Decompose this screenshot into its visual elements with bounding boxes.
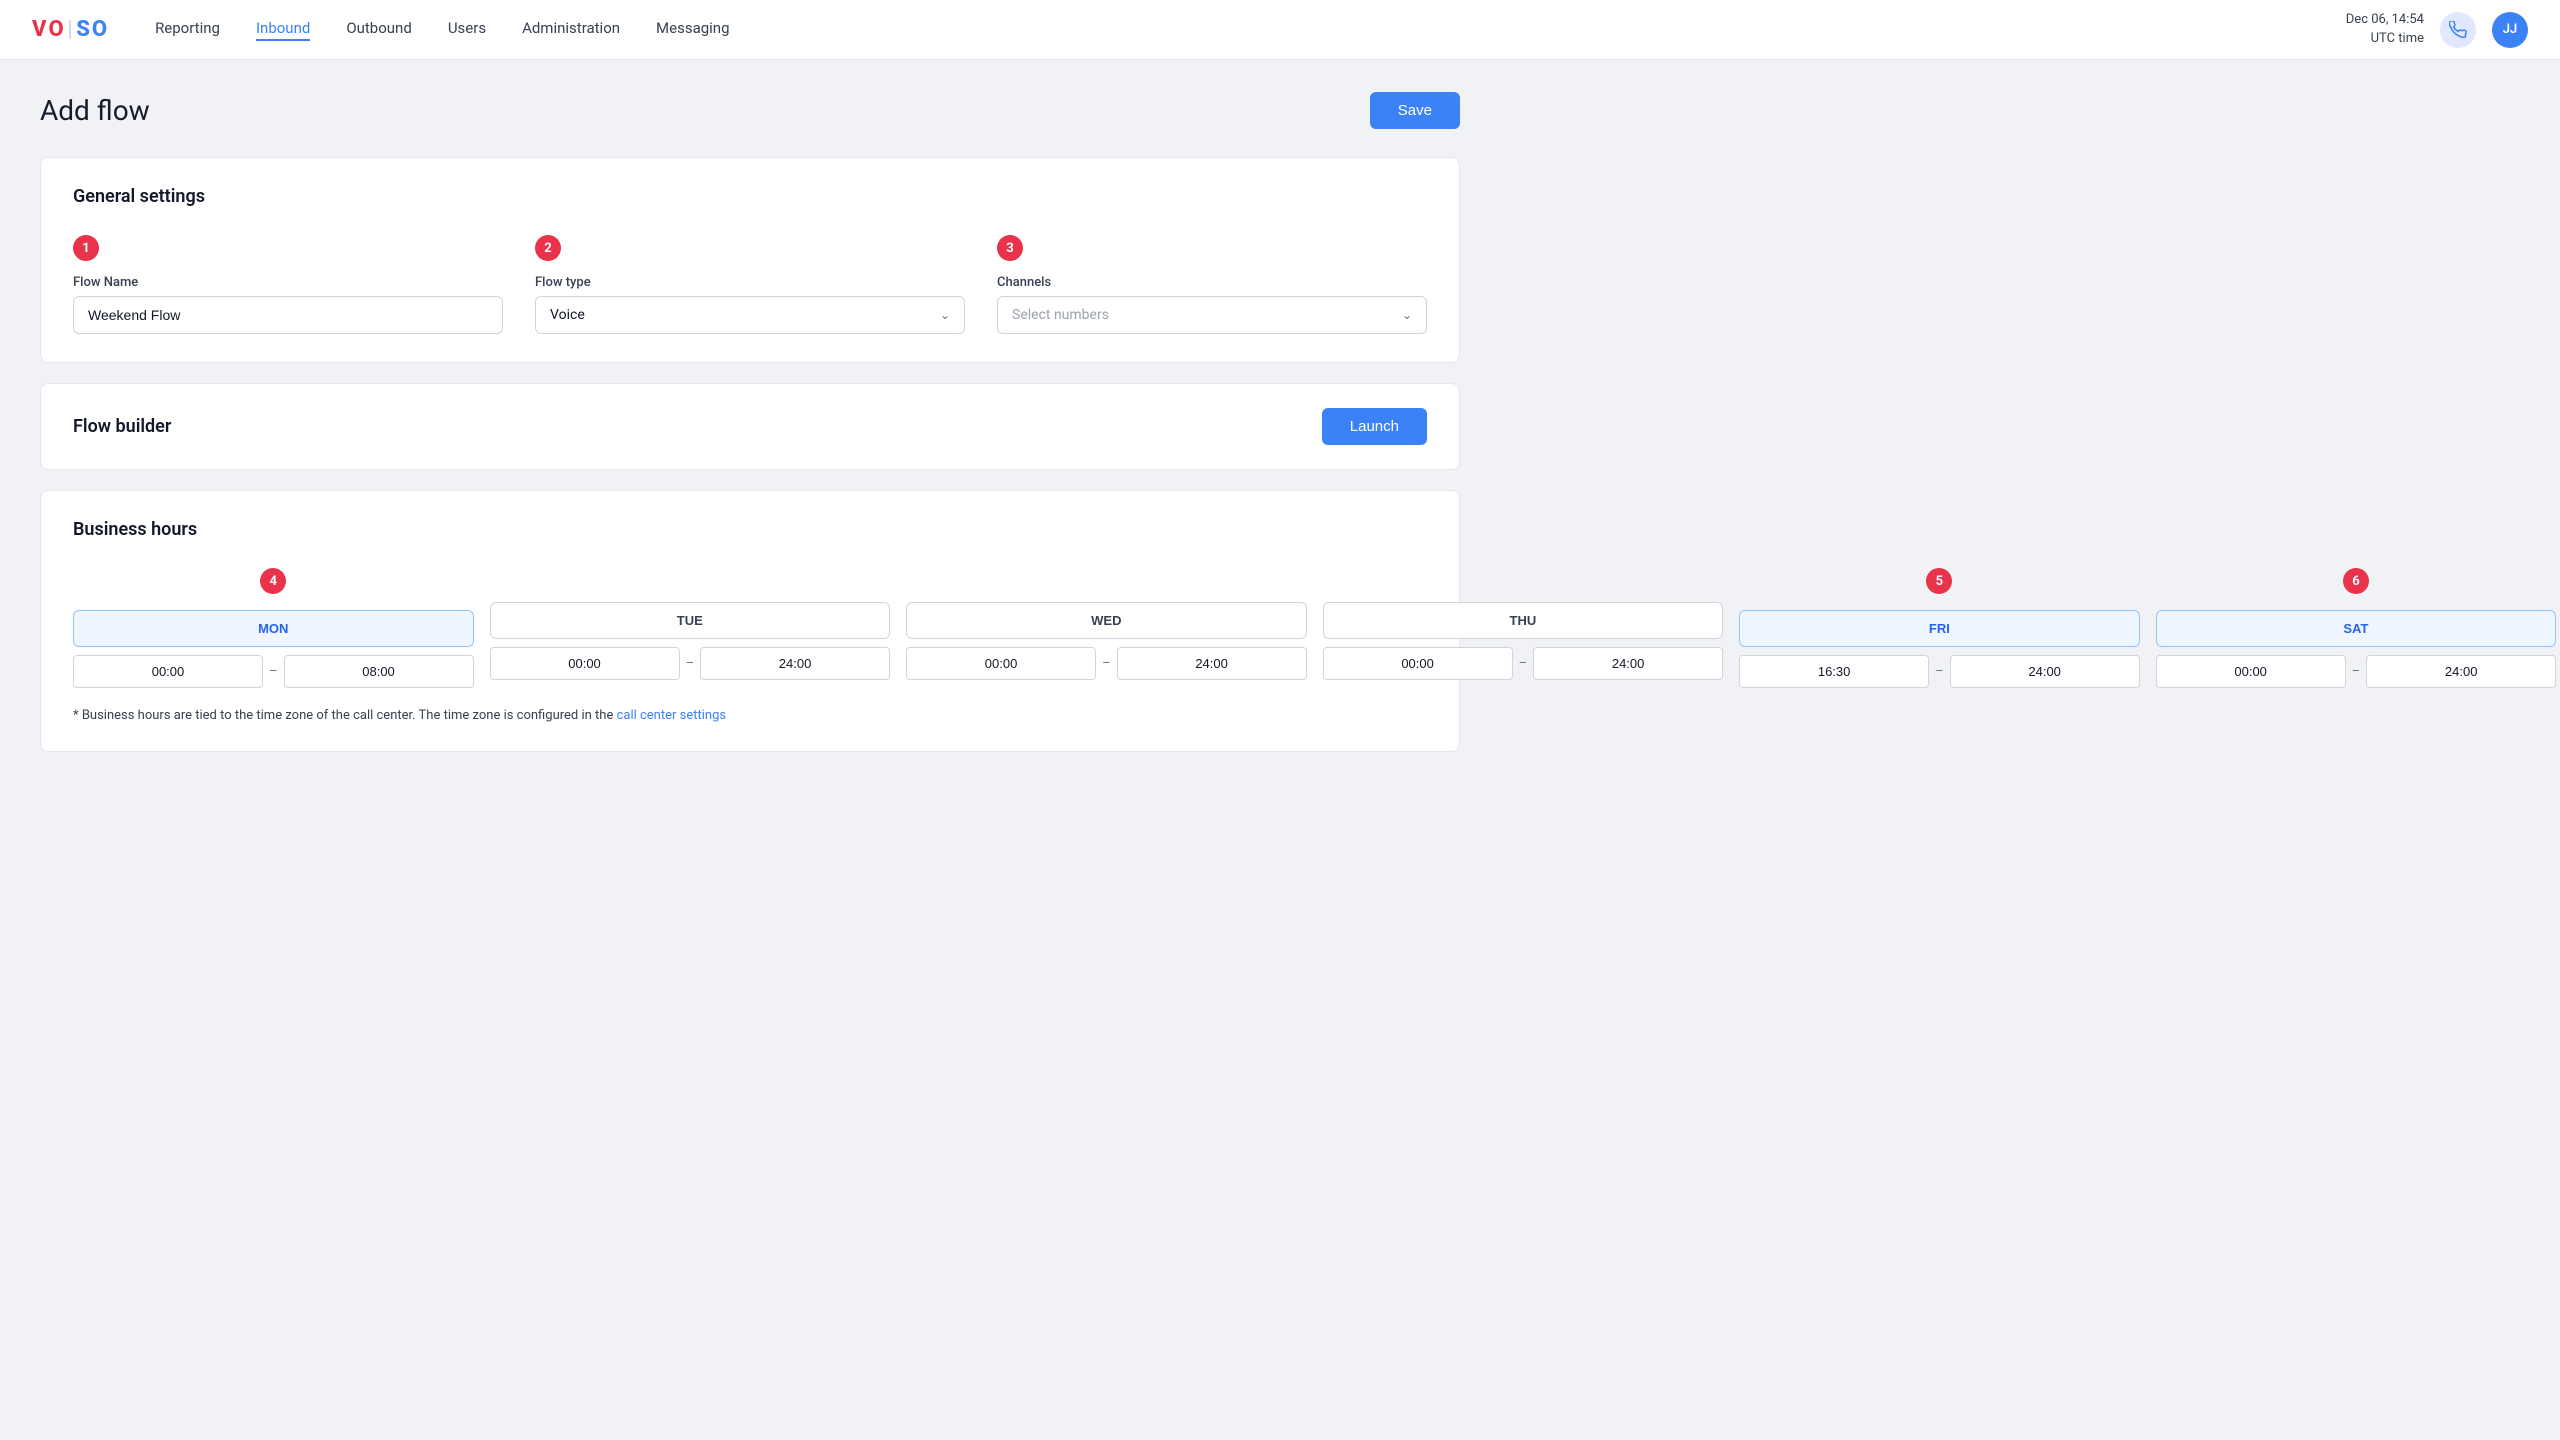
save-button[interactable]: Save: [1370, 92, 1460, 129]
step-badge-5: 5: [1926, 568, 1952, 594]
flow-type-select[interactable]: Voice ⌄: [535, 296, 965, 334]
channels-select[interactable]: Select numbers ⌄: [997, 296, 1427, 334]
page-title: Add flow: [40, 94, 150, 127]
time-range-tue: –: [490, 647, 891, 680]
days-grid: 4 MON – TUE – WED – THU – 5 F: [73, 568, 1427, 688]
time-end-thu[interactable]: [1533, 647, 1723, 680]
day-button-fri[interactable]: FRI: [1739, 610, 2140, 647]
nav-users[interactable]: Users: [448, 19, 486, 41]
business-hours-footnote: * Business hours are tied to the time zo…: [73, 708, 1427, 723]
day-button-tue[interactable]: TUE: [490, 602, 891, 639]
business-hours-title: Business hours: [73, 519, 197, 540]
business-hours-header: Business hours: [73, 519, 1427, 540]
time-dash-wed: –: [1102, 656, 1111, 671]
step-badge-4: 4: [260, 568, 286, 594]
page-header: Add flow Save: [40, 92, 1460, 129]
time-end-fri[interactable]: [1950, 655, 2140, 688]
logo-v: V: [32, 17, 46, 42]
channels-label: Channels: [997, 275, 1427, 290]
time-range-thu: –: [1323, 647, 1724, 680]
time-dash-tue: –: [686, 656, 695, 671]
time-end-sat[interactable]: [2366, 655, 2556, 688]
flow-type-value: Voice: [550, 307, 585, 323]
phone-icon-button[interactable]: [2440, 12, 2476, 48]
flow-name-label: Flow Name: [73, 275, 503, 290]
nav-messaging[interactable]: Messaging: [656, 19, 729, 41]
logo-i: S: [76, 17, 90, 42]
time-dash-thu: –: [1519, 656, 1528, 671]
time-range-fri: –: [1739, 655, 2140, 688]
logo-o1: O: [48, 17, 63, 42]
nav-reporting[interactable]: Reporting: [155, 19, 220, 41]
nav-inbound[interactable]: Inbound: [256, 19, 310, 41]
launch-button[interactable]: Launch: [1322, 408, 1427, 445]
step-badge-6: 6: [2343, 568, 2369, 594]
time-start-wed[interactable]: [906, 647, 1096, 680]
time-start-tue[interactable]: [490, 647, 680, 680]
nav-outbound[interactable]: Outbound: [346, 19, 412, 41]
time-range-mon: –: [73, 655, 474, 688]
flow-type-label: Flow type: [535, 275, 965, 290]
day-button-wed[interactable]: WED: [906, 602, 1307, 639]
time-start-sat[interactable]: [2156, 655, 2346, 688]
time-start-fri[interactable]: [1739, 655, 1929, 688]
general-settings-title: General settings: [73, 186, 205, 207]
day-col-thu: THU –: [1323, 568, 1724, 688]
day-col-tue: TUE –: [490, 568, 891, 688]
time-dash-fri: –: [1935, 664, 1944, 679]
channels-placeholder: Select numbers: [1012, 307, 1109, 323]
flow-builder-card: Flow builder Launch: [40, 383, 1460, 470]
logo[interactable]: V O | S O: [32, 17, 107, 42]
time-start-mon[interactable]: [73, 655, 263, 688]
time-start-thu[interactable]: [1323, 647, 1513, 680]
general-settings-card: General settings 1 Flow Name 2 Flow type…: [40, 157, 1460, 363]
time-end-wed[interactable]: [1117, 647, 1307, 680]
user-avatar[interactable]: JJ: [2492, 12, 2528, 48]
navbar: V O | S O Reporting Inbound Outbound Use…: [0, 0, 2560, 60]
day-button-mon[interactable]: MON: [73, 610, 474, 647]
fields-row: 1 Flow Name 2 Flow type Voice ⌄ 3 Channe…: [73, 235, 1427, 334]
day-col-fri: 5 FRI –: [1739, 568, 2140, 688]
channels-group: 3 Channels Select numbers ⌄: [997, 235, 1427, 334]
logo-o2: O: [92, 17, 107, 42]
time-end-mon[interactable]: [284, 655, 474, 688]
time-dash-sat: –: [2352, 664, 2361, 679]
step-badge-1: 1: [73, 235, 99, 261]
step-badge-3: 3: [997, 235, 1023, 261]
business-hours-card: Business hours 4 MON – TUE – WED – THU: [40, 490, 1460, 752]
timezone: UTC time: [2346, 30, 2424, 48]
day-button-thu[interactable]: THU: [1323, 602, 1724, 639]
time-range-sat: –: [2156, 655, 2557, 688]
footnote-prefix: * Business hours are tied to the time zo…: [73, 708, 617, 723]
nav-links: Reporting Inbound Outbound Users Adminis…: [155, 19, 2346, 41]
day-button-sat[interactable]: SAT: [2156, 610, 2557, 647]
chevron-down-icon: ⌄: [940, 308, 950, 322]
time-dash-mon: –: [269, 664, 278, 679]
date-time: Dec 06, 14:54: [2346, 11, 2424, 29]
day-col-mon: 4 MON –: [73, 568, 474, 688]
call-center-settings-link[interactable]: call center settings: [617, 708, 727, 723]
flow-name-group: 1 Flow Name: [73, 235, 503, 334]
day-col-sat: 6 SAT –: [2156, 568, 2557, 688]
flow-type-group: 2 Flow type Voice ⌄: [535, 235, 965, 334]
nav-administration[interactable]: Administration: [522, 19, 620, 41]
datetime-display: Dec 06, 14:54 UTC time: [2346, 11, 2424, 47]
day-col-wed: WED –: [906, 568, 1307, 688]
logo-divider: |: [68, 17, 73, 42]
main-content: Add flow Save General settings 1 Flow Na…: [0, 60, 1500, 804]
general-settings-header: General settings: [73, 186, 1427, 207]
flow-name-input[interactable]: [73, 296, 503, 334]
time-end-tue[interactable]: [700, 647, 890, 680]
flow-builder-title: Flow builder: [73, 416, 171, 437]
chevron-down-icon-2: ⌄: [1402, 308, 1412, 322]
time-range-wed: –: [906, 647, 1307, 680]
step-badge-2: 2: [535, 235, 561, 261]
nav-right: Dec 06, 14:54 UTC time JJ: [2346, 11, 2528, 47]
